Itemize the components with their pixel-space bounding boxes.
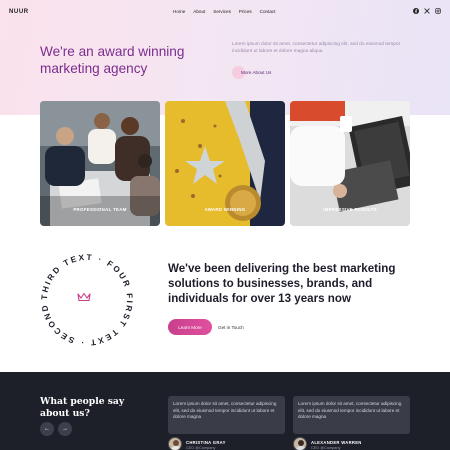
card-label-impressive-results: IMPRESSIVE RESULTS [323, 207, 377, 212]
nav-services[interactable]: Services [213, 9, 231, 14]
arrow-left-icon: ← [44, 426, 50, 432]
nav-prices[interactable]: Prices [239, 9, 252, 14]
learn-more-button[interactable]: Learn More [168, 319, 212, 335]
arrow-right-icon: → [62, 426, 68, 432]
site-logo[interactable]: NUUR [9, 9, 29, 15]
section-heading: We've been delivering the best marketing… [168, 262, 396, 305]
testimonial-quote: Lorem ipsum dolor sit amet, consectetur … [293, 396, 410, 434]
instagram-icon[interactable] [435, 8, 441, 14]
nav-contact[interactable]: Contact [260, 9, 276, 14]
more-about-us-button[interactable]: More About Us [232, 66, 272, 79]
author-name: CHRISTINA GRAY [186, 440, 226, 445]
card-impressive-results[interactable]: IMPRESSIVE RESULTS [290, 101, 410, 226]
more-about-us-label: More About Us [241, 70, 272, 75]
author-name: ALEXANDER WARREN [311, 440, 362, 445]
testimonial-quote: Lorem ipsum dolor sit amet, consectetur … [168, 396, 285, 434]
nav-home[interactable]: Home [173, 9, 185, 14]
hero-section: NUUR Home About Services Prices Contact … [0, 0, 450, 115]
testimonial-author: ALEXANDER WARREN CEO @Company [293, 437, 362, 450]
hero-title: We're an award winning marketing agency [40, 43, 230, 77]
testimonials-title: What people say about us? [40, 396, 125, 419]
testimonials-section: What people say about us? ← → Lorem ipsu… [0, 372, 450, 450]
prev-arrow-button[interactable]: ← [40, 422, 54, 436]
x-icon[interactable] [424, 8, 430, 14]
author-role: CEO @Company [311, 446, 341, 450]
hero-description: Lorem ipsum dolor sit amet, consectetur … [232, 42, 401, 54]
author-role: CEO @Company [186, 446, 216, 450]
get-in-touch-link[interactable]: Get in Touch [218, 319, 244, 335]
main-nav: Home About Services Prices Contact [173, 9, 276, 14]
card-label-professional-team: PROFESSIONAL TEAM [73, 207, 127, 212]
avatar [293, 437, 307, 450]
nav-about[interactable]: About [193, 9, 205, 14]
testimonial-author: CHRISTINA GRAY CEO @Company [168, 437, 226, 450]
next-arrow-button[interactable]: → [58, 422, 72, 436]
social-links [413, 8, 441, 14]
hero-title-line2: marketing agency [40, 61, 148, 76]
card-label-award-winning: AWARD WINNING [204, 207, 246, 212]
crown-icon [77, 292, 91, 302]
facebook-icon[interactable] [413, 8, 419, 14]
hero-title-line1: We're an award winning [40, 44, 185, 59]
avatar [168, 437, 182, 450]
card-professional-team[interactable]: PROFESSIONAL TEAM [40, 101, 160, 226]
card-award-winning[interactable]: AWARD WINNING [165, 101, 285, 226]
